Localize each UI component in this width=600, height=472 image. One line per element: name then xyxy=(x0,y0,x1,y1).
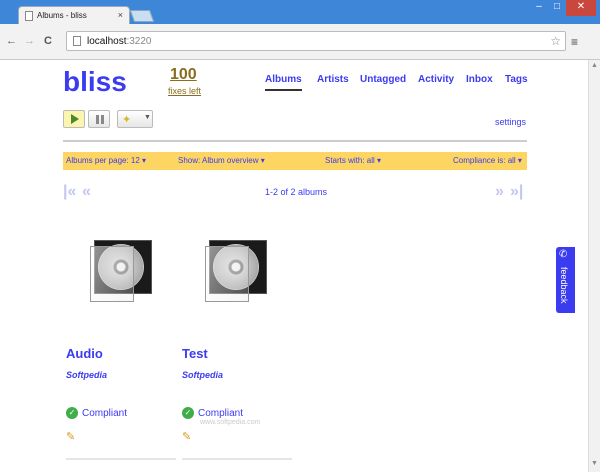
filter-show[interactable]: Show: Album overview ▾ xyxy=(178,156,265,165)
nav-inbox[interactable]: Inbox xyxy=(466,74,493,85)
tab-close-icon[interactable]: × xyxy=(118,10,123,20)
pencil-icon[interactable]: ✎ xyxy=(182,430,191,443)
megaphone-icon: ✆ xyxy=(559,249,568,260)
next-page-icon[interactable]: » xyxy=(495,183,504,201)
fixes-count[interactable]: 100 xyxy=(170,66,197,84)
pause-button[interactable] xyxy=(88,110,110,128)
nav-activity[interactable]: Activity xyxy=(418,74,454,85)
album-cover[interactable] xyxy=(205,240,267,302)
filter-starts-with[interactable]: Starts with: all ▾ xyxy=(325,156,381,165)
album-title[interactable]: Audio xyxy=(66,346,103,361)
maximize-button[interactable]: □ xyxy=(548,0,566,16)
prev-page-icon[interactable]: « xyxy=(82,183,91,201)
app-logo[interactable]: bliss xyxy=(63,66,127,98)
divider xyxy=(63,140,527,142)
page-icon xyxy=(73,36,81,46)
tab-title: Albums - bliss xyxy=(37,11,87,20)
browser-toolbar: ← → C localhost:3220 ☆ ≡ xyxy=(0,24,600,60)
pencil-icon[interactable]: ✎ xyxy=(66,430,75,443)
browser-chrome: Albums - bliss × – □ ✕ ← → C localhost:3… xyxy=(0,0,600,60)
divider xyxy=(182,458,292,460)
plugins-dropdown-button[interactable]: ✦ ▼ xyxy=(117,110,153,128)
album-cover[interactable] xyxy=(90,240,152,302)
minimize-button[interactable]: – xyxy=(530,0,548,16)
check-icon: ✓ xyxy=(182,407,194,419)
scroll-up-icon[interactable]: ▲ xyxy=(591,62,598,69)
feedback-label: feedback xyxy=(559,267,569,304)
nav-tags[interactable]: Tags xyxy=(505,74,528,85)
new-tab-button[interactable] xyxy=(129,10,155,22)
album-artist[interactable]: Softpedia xyxy=(182,370,223,380)
compliance-status: Compliant xyxy=(198,408,244,419)
url-text: localhost:3220 xyxy=(87,36,152,47)
play-button[interactable] xyxy=(63,110,85,128)
page-content: bliss 100 fixes left Albums Artists Unta… xyxy=(0,60,588,472)
menu-icon[interactable]: ≡ xyxy=(571,35,578,49)
filter-bar: Albums per page: 12 ▾ Show: Album overvi… xyxy=(63,152,527,170)
watermark: www.softpedia.com xyxy=(200,419,261,426)
play-icon xyxy=(71,114,79,124)
fixes-label[interactable]: fixes left xyxy=(168,86,201,96)
feedback-tab[interactable]: ✆ feedback xyxy=(556,247,575,313)
vertical-scrollbar[interactable]: ▲ ▼ xyxy=(588,60,600,472)
filter-albums-per-page[interactable]: Albums per page: 12 ▾ xyxy=(66,156,146,165)
last-page-icon[interactable]: »| xyxy=(510,183,523,201)
bookmark-star-icon[interactable]: ☆ xyxy=(550,34,561,48)
filter-compliance[interactable]: Compliance is: all ▾ xyxy=(453,156,522,165)
divider xyxy=(66,458,176,460)
compliance-status: Compliant xyxy=(82,408,128,419)
pause-icon xyxy=(96,115,104,124)
nav-albums[interactable]: Albums xyxy=(265,74,302,91)
album-artist[interactable]: Softpedia xyxy=(66,370,107,380)
browser-tab[interactable]: Albums - bliss × xyxy=(18,6,130,24)
reload-icon[interactable]: C xyxy=(44,35,52,47)
nav-artists[interactable]: Artists xyxy=(317,74,349,85)
title-bar: Albums - bliss × – □ ✕ xyxy=(0,0,600,24)
page-icon xyxy=(25,11,33,21)
address-bar[interactable]: localhost:3220 ☆ xyxy=(66,31,566,51)
settings-link[interactable]: settings xyxy=(495,117,526,127)
first-page-icon[interactable]: |« xyxy=(63,183,76,201)
puzzle-icon: ✦ xyxy=(122,114,132,126)
check-icon: ✓ xyxy=(66,407,78,419)
close-window-button[interactable]: ✕ xyxy=(566,0,596,16)
nav-untagged[interactable]: Untagged xyxy=(360,74,406,85)
album-title[interactable]: Test xyxy=(182,346,208,361)
chevron-down-icon: ▼ xyxy=(144,114,151,121)
forward-icon[interactable]: → xyxy=(24,35,35,47)
back-icon[interactable]: ← xyxy=(6,35,17,47)
pager-count: 1-2 of 2 albums xyxy=(265,187,328,197)
scroll-down-icon[interactable]: ▼ xyxy=(591,460,598,467)
